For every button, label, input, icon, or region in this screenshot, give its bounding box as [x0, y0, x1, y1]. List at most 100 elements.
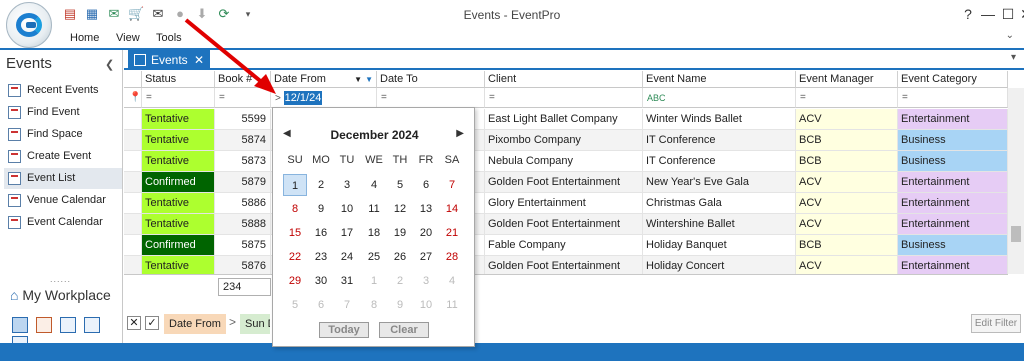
filter-event-category[interactable]: = — [898, 88, 1008, 108]
event-category-cell[interactable]: Business — [898, 151, 1008, 172]
calendar-day[interactable]: 6 — [309, 294, 333, 316]
clear-button[interactable]: Clear — [379, 322, 429, 338]
event-name-cell[interactable]: IT Conference — [643, 130, 796, 151]
grid-icon[interactable] — [12, 317, 28, 333]
calendar-day[interactable]: 18 — [362, 222, 386, 244]
nav-item-find-event[interactable]: Find Event — [4, 102, 122, 123]
calendar-day[interactable]: 3 — [414, 270, 438, 292]
calendar-day[interactable]: 30 — [309, 270, 333, 292]
calendar-day[interactable]: 3 — [335, 174, 359, 196]
calendar-day[interactable]: 1 — [283, 174, 307, 196]
calendar-day[interactable]: 23 — [309, 246, 333, 268]
column-header-status[interactable]: Status — [142, 71, 215, 88]
tab-events[interactable]: Events ✕ — [128, 50, 210, 70]
status-cell[interactable]: Tentative — [142, 256, 215, 274]
calendar-day[interactable]: 29 — [283, 270, 307, 292]
event-category-cell[interactable]: Entertainment — [898, 193, 1008, 214]
calendar-day[interactable]: 22 — [283, 246, 307, 268]
calendar-day[interactable]: 7 — [335, 294, 359, 316]
calendar-day[interactable]: 6 — [414, 174, 438, 196]
date-from-filter-input[interactable]: 12/1/24 — [283, 91, 323, 105]
calendar-day[interactable]: 19 — [388, 222, 412, 244]
event-manager-cell[interactable]: ACV — [796, 172, 898, 193]
status-cell[interactable]: Tentative — [142, 214, 215, 235]
calendar-day[interactable]: 13 — [414, 198, 438, 220]
next-month-button[interactable]: ▶ — [456, 128, 464, 139]
column-header-event-manager[interactable]: Event Manager — [796, 71, 898, 88]
status-cell[interactable]: Tentative — [142, 109, 215, 130]
calendar-day[interactable]: 5 — [283, 294, 307, 316]
row-selector[interactable] — [124, 172, 142, 193]
event-manager-cell[interactable]: BCB — [796, 235, 898, 256]
calendar-day[interactable]: 15 — [283, 222, 307, 244]
row-selector[interactable] — [124, 109, 142, 130]
menu-home[interactable]: Home — [70, 32, 99, 44]
filter-chip-value[interactable]: Sun D — [240, 314, 270, 334]
client-cell[interactable]: Golden Foot Entertainment — [485, 214, 643, 235]
filter-date-from[interactable]: > 12/1/24 — [271, 88, 377, 108]
column-header-event-category[interactable]: Event Category — [898, 71, 1008, 88]
calendar-day[interactable]: 31 — [335, 270, 359, 292]
close-button[interactable]: ✕ — [1016, 4, 1024, 24]
minimize-button[interactable]: — — [978, 4, 998, 24]
calendar-day[interactable]: 11 — [362, 198, 386, 220]
nav-splitter[interactable]: ...... — [50, 274, 71, 284]
column-header-book[interactable]: Book # — [215, 71, 271, 88]
menu-view[interactable]: View — [116, 32, 140, 44]
event-manager-cell[interactable]: ACV — [796, 256, 898, 274]
status-cell[interactable]: Confirmed — [142, 235, 215, 256]
nav-item-create-event[interactable]: Create Event — [4, 146, 122, 167]
factory-icon[interactable] — [60, 317, 76, 333]
row-selector[interactable] — [124, 130, 142, 151]
nav-item-event-calendar[interactable]: Event Calendar — [4, 212, 122, 233]
column-header-date-from[interactable]: Date From ▼ ▼ — [271, 71, 377, 88]
calendar-day[interactable]: 10 — [335, 198, 359, 220]
row-selector[interactable] — [124, 214, 142, 235]
nav-item-recent-events[interactable]: Recent Events — [4, 80, 122, 101]
maximize-button[interactable]: ☐ — [998, 4, 1018, 24]
calendar-day[interactable]: 21 — [440, 222, 464, 244]
chevron-down-icon[interactable]: ⌄ — [1006, 30, 1014, 41]
nav-item-venue-calendar[interactable]: Venue Calendar — [4, 190, 122, 211]
event-category-cell[interactable]: Entertainment — [898, 214, 1008, 235]
book-cell[interactable]: 5874 — [215, 130, 271, 151]
filter-event-manager[interactable]: = — [796, 88, 898, 108]
client-cell[interactable]: Glory Entertainment — [485, 193, 643, 214]
calendar-day[interactable]: 9 — [388, 294, 412, 316]
contact-icon[interactable] — [84, 317, 100, 333]
event-name-cell[interactable]: Christmas Gala — [643, 193, 796, 214]
calendar-day[interactable]: 1 — [362, 270, 386, 292]
event-category-cell[interactable]: Business — [898, 130, 1008, 151]
calendar-day[interactable]: 11 — [440, 294, 464, 316]
event-category-cell[interactable]: Business — [898, 235, 1008, 256]
status-cell[interactable]: Tentative — [142, 193, 215, 214]
calendar-day[interactable]: 8 — [283, 198, 307, 220]
filter-icon[interactable]: ▼ — [365, 71, 373, 87]
status-cell[interactable]: Tentative — [142, 151, 215, 172]
calendar-day[interactable]: 24 — [335, 246, 359, 268]
calendar-day[interactable]: 2 — [309, 174, 333, 196]
app-logo[interactable] — [6, 2, 52, 48]
my-workplace[interactable]: ⌂ My Workplace — [10, 287, 111, 303]
filter-date-to[interactable]: = — [377, 88, 485, 108]
menu-tools[interactable]: Tools — [156, 32, 182, 44]
row-selector[interactable] — [124, 235, 142, 256]
event-name-cell[interactable]: Holiday Concert — [643, 256, 796, 274]
enable-filter-checkbox[interactable]: ✓ — [145, 316, 159, 330]
calendar-day[interactable]: 10 — [414, 294, 438, 316]
event-name-cell[interactable]: New Year's Eve Gala — [643, 172, 796, 193]
calendar-day[interactable]: 4 — [362, 174, 386, 196]
calendar-day[interactable]: 17 — [335, 222, 359, 244]
book-cell[interactable]: 5879 — [215, 172, 271, 193]
filter-chip-date-from[interactable]: Date From — [164, 314, 226, 334]
calendar-day[interactable]: 25 — [362, 246, 386, 268]
row-selector[interactable] — [124, 256, 142, 274]
collapse-icon[interactable]: ❮ — [105, 58, 114, 71]
event-category-cell[interactable]: Entertainment — [898, 256, 1008, 274]
calendar-day[interactable]: 26 — [388, 246, 412, 268]
filter-client[interactable]: = — [485, 88, 643, 108]
calendar-day[interactable]: 16 — [309, 222, 333, 244]
status-cell[interactable]: Tentative — [142, 130, 215, 151]
help-icon[interactable]: ? — [958, 4, 978, 24]
book-cell[interactable]: 5873 — [215, 151, 271, 172]
